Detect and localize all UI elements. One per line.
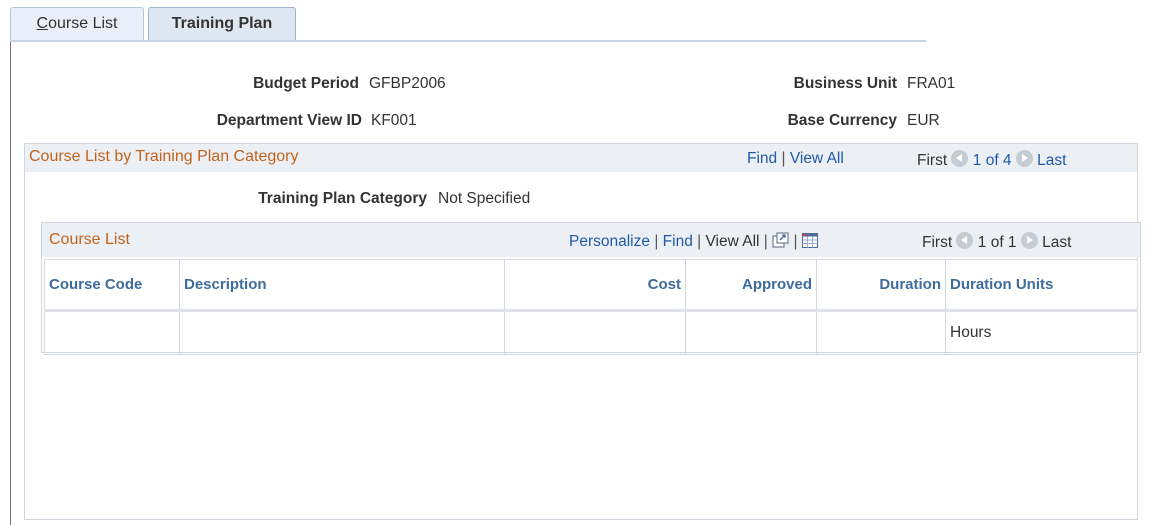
- page-left-border: [10, 42, 11, 525]
- row-range: 1 of 1: [977, 234, 1017, 251]
- grid-header: Course List Personalize | Find | View Al…: [42, 223, 1140, 257]
- separator: |: [697, 233, 702, 250]
- column-header-duration[interactable]: Duration: [816, 259, 946, 312]
- last-link[interactable]: Last: [1037, 152, 1066, 169]
- grid-pagination: First 1 of 1 Last: [922, 232, 1071, 252]
- cell-description: [179, 310, 505, 355]
- table-row: Hours: [44, 310, 1138, 355]
- separator: |: [781, 150, 786, 167]
- view-all-link[interactable]: View All: [705, 233, 759, 250]
- tab-course-list-label: ourse List: [48, 15, 118, 32]
- group-find-links: Find | View All: [747, 150, 844, 168]
- column-header-course-code[interactable]: Course Code: [44, 259, 180, 312]
- training-plan-category-label: Training Plan Category: [258, 190, 427, 207]
- personalize-link[interactable]: Personalize: [569, 233, 650, 250]
- prev-arrow-icon[interactable]: [951, 150, 969, 167]
- department-view-label: Department View ID: [216, 112, 362, 129]
- download-grid-icon[interactable]: [801, 233, 818, 253]
- base-currency-label: Base Currency: [787, 112, 897, 129]
- first-label: First: [917, 152, 948, 169]
- group-title: Course List by Training Plan Category: [29, 148, 299, 165]
- base-currency-value: EUR: [907, 112, 940, 129]
- next-arrow-icon[interactable]: [1015, 150, 1033, 167]
- new-window-icon[interactable]: [772, 232, 789, 253]
- tab-course-list[interactable]: Course List: [10, 7, 144, 41]
- find-link[interactable]: Find: [663, 233, 693, 250]
- group-pagination: First 1 of 4 Last: [917, 150, 1066, 170]
- separator: |: [793, 233, 798, 250]
- grid-title: Course List: [49, 231, 130, 248]
- separator: |: [763, 233, 768, 250]
- cell-approved: [685, 310, 817, 355]
- grid-toolbar: Personalize | Find | View All | |: [569, 232, 818, 253]
- course-list-grid: Course List Personalize | Find | View Al…: [41, 222, 1141, 355]
- view-all-link[interactable]: View All: [790, 150, 844, 167]
- cell-course-code: [44, 310, 180, 355]
- column-header-description[interactable]: Description: [179, 259, 505, 312]
- column-header-approved[interactable]: Approved: [685, 259, 817, 312]
- column-header-cost[interactable]: Cost: [504, 259, 686, 312]
- cell-cost: [504, 310, 686, 355]
- business-unit-label: Business Unit: [793, 75, 897, 92]
- budget-period-value: GFBP2006: [369, 75, 446, 92]
- row-range: 1 of 4: [972, 152, 1012, 169]
- group-header: Course List by Training Plan Category Fi…: [25, 144, 1137, 172]
- cell-duration: [816, 310, 946, 355]
- find-link[interactable]: Find: [747, 150, 777, 167]
- first-label: First: [922, 234, 953, 251]
- cell-duration-units: Hours: [945, 310, 1138, 355]
- last-label: Last: [1042, 234, 1072, 251]
- training-plan-category-value: Not Specified: [438, 190, 531, 207]
- column-header-duration-units[interactable]: Duration Units: [945, 259, 1138, 312]
- tab-training-plan[interactable]: Training Plan: [148, 7, 296, 41]
- tab-course-list-accesskey: C: [36, 15, 49, 32]
- course-table: Course Code Description Cost Approved Du…: [44, 259, 1138, 355]
- business-unit-value: FRA01: [907, 75, 956, 92]
- course-list-by-category-group: Course List by Training Plan Category Fi…: [24, 143, 1141, 520]
- budget-period-label: Budget Period: [253, 75, 359, 92]
- separator: |: [654, 233, 659, 250]
- prev-arrow-icon[interactable]: [956, 232, 974, 249]
- table-header-row: Course Code Description Cost Approved Du…: [44, 259, 1138, 312]
- next-arrow-icon[interactable]: [1020, 232, 1038, 249]
- tab-underline: [10, 40, 926, 42]
- department-view-value: KF001: [371, 112, 417, 129]
- tab-training-plan-label: Training Plan: [171, 15, 273, 32]
